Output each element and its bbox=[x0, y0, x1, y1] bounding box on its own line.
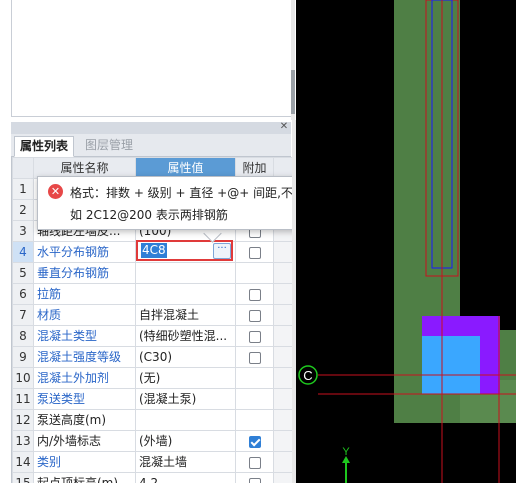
property-value-cell[interactable]: 4.2 bbox=[135, 472, 236, 483]
extra-checkbox[interactable] bbox=[248, 288, 261, 301]
extra-checkbox[interactable] bbox=[248, 477, 261, 483]
extra-cell bbox=[235, 367, 274, 389]
row-number: 4 bbox=[12, 241, 34, 263]
value-edit-input[interactable]: 4C8 bbox=[141, 243, 167, 258]
table-row[interactable]: 13 内/外墙标志 (外墙) bbox=[12, 430, 293, 452]
property-name-cell[interactable]: 混凝土外加剂 bbox=[33, 367, 136, 389]
grid-scroll-gutter bbox=[273, 409, 293, 431]
property-name-cell[interactable]: 泵送类型 bbox=[33, 388, 136, 410]
grid-scroll-gutter bbox=[273, 430, 293, 452]
row-number: 14 bbox=[12, 451, 34, 473]
extra-checkbox[interactable] bbox=[248, 351, 261, 364]
extra-cell bbox=[235, 262, 274, 284]
table-row[interactable]: 6 拉筋 bbox=[12, 283, 293, 305]
property-value-cell[interactable] bbox=[135, 409, 236, 431]
extra-checkbox[interactable] bbox=[248, 309, 261, 322]
property-name-cell[interactable]: 类别 bbox=[33, 451, 136, 473]
tab-property-list[interactable]: 属性列表 bbox=[14, 136, 75, 157]
grid-scroll-gutter bbox=[273, 241, 293, 263]
row-number: 3 bbox=[12, 220, 34, 242]
row-number: 7 bbox=[12, 304, 34, 326]
property-name-cell[interactable]: 材质 bbox=[33, 304, 136, 326]
extra-cell bbox=[235, 241, 274, 263]
property-name-cell[interactable]: 内/外墙标志 bbox=[33, 430, 136, 452]
grid-scroll-gutter bbox=[273, 388, 293, 410]
close-icon[interactable]: ✕ bbox=[279, 121, 289, 133]
grid-scroll-gutter bbox=[273, 262, 293, 284]
more-options-button[interactable]: ··· bbox=[213, 243, 231, 259]
table-row[interactable]: 5 垂直分布钢筋 bbox=[12, 262, 293, 284]
row-number: 10 bbox=[12, 367, 34, 389]
axis-bubble-label: C bbox=[303, 368, 312, 383]
error-icon: ✕ bbox=[48, 184, 63, 199]
ucs-y-label: Y bbox=[342, 446, 350, 458]
property-value-cell[interactable]: 混凝土墙 bbox=[135, 451, 236, 473]
row-number-header bbox=[12, 157, 34, 179]
extra-cell bbox=[235, 283, 274, 305]
drawing-canvas[interactable]: C Y bbox=[296, 0, 516, 483]
table-row[interactable]: 9 混凝土强度等级 (C30) bbox=[12, 346, 293, 368]
grid-scroll-gutter bbox=[273, 346, 293, 368]
table-row[interactable]: 15 起点顶标高(m) 4.2 bbox=[12, 472, 293, 483]
extra-cell bbox=[235, 304, 274, 326]
grid-scroll-gutter bbox=[273, 304, 293, 326]
property-value-cell[interactable]: (C30) bbox=[135, 346, 236, 368]
grid-scroll-gutter bbox=[273, 472, 293, 483]
property-name-cell[interactable]: 垂直分布钢筋 bbox=[33, 262, 136, 284]
grid-scroll-gutter bbox=[273, 367, 293, 389]
property-name-cell[interactable]: 泵送高度(m) bbox=[33, 409, 136, 431]
row-number: 5 bbox=[12, 262, 34, 284]
row-number: 11 bbox=[12, 388, 34, 410]
row-number: 8 bbox=[12, 325, 34, 347]
row-number: 6 bbox=[12, 283, 34, 305]
row-number: 12 bbox=[12, 409, 34, 431]
extra-cell bbox=[235, 451, 274, 473]
row-number: 2 bbox=[12, 199, 34, 221]
extra-checkbox[interactable] bbox=[248, 456, 261, 469]
property-name-cell[interactable]: 拉筋 bbox=[33, 283, 136, 305]
extra-cell bbox=[235, 472, 274, 483]
wall-vertical[interactable] bbox=[394, 0, 460, 330]
row-number: 9 bbox=[12, 346, 34, 368]
property-value-cell[interactable]: (混凝土泵) bbox=[135, 388, 236, 410]
upper-panel bbox=[11, 0, 292, 117]
property-value-cell[interactable]: (外墙) bbox=[135, 430, 236, 452]
extra-cell bbox=[235, 409, 274, 431]
extra-cell bbox=[235, 325, 274, 347]
property-name-cell[interactable]: 混凝土强度等级 bbox=[33, 346, 136, 368]
table-row[interactable]: 8 混凝土类型 (特细砂塑性混... bbox=[12, 325, 293, 347]
property-value-cell[interactable] bbox=[135, 262, 236, 284]
property-value-cell[interactable]: 自拌混凝土 bbox=[135, 304, 236, 326]
property-value-cell[interactable]: (特细砂塑性混... bbox=[135, 325, 236, 347]
grid-scroll-gutter bbox=[273, 451, 293, 473]
table-row[interactable]: 10 混凝土外加剂 (无) bbox=[12, 367, 293, 389]
tab-layer-management[interactable]: 图层管理 bbox=[80, 136, 138, 155]
row-number: 1 bbox=[12, 178, 34, 200]
upper-panel-scroll-thumb[interactable] bbox=[291, 70, 295, 114]
property-name-cell[interactable]: 起点顶标高(m) bbox=[33, 472, 136, 483]
property-name-cell[interactable]: 混凝土类型 bbox=[33, 325, 136, 347]
table-row[interactable]: 14 类别 混凝土墙 bbox=[12, 451, 293, 473]
extra-cell bbox=[235, 388, 274, 410]
table-row[interactable]: 11 泵送类型 (混凝土泵) bbox=[12, 388, 293, 410]
table-row[interactable]: 7 材质 自拌混凝土 bbox=[12, 304, 293, 326]
grid-scroll-gutter bbox=[273, 283, 293, 305]
extra-checkbox[interactable] bbox=[248, 330, 261, 343]
extra-checkbox[interactable] bbox=[248, 435, 261, 448]
column-fill-blue[interactable] bbox=[422, 336, 480, 394]
grid-scroll-gutter bbox=[273, 325, 293, 347]
row-number: 13 bbox=[12, 430, 34, 452]
extra-cell bbox=[235, 430, 274, 452]
property-value-cell[interactable] bbox=[135, 283, 236, 305]
table-row[interactable]: 12 泵送高度(m) bbox=[12, 409, 293, 431]
tooltip-text-line-2: 如 2C12@200 表示两排钢筋 bbox=[70, 208, 228, 222]
property-value-cell[interactable]: (无) bbox=[135, 367, 236, 389]
extra-checkbox[interactable] bbox=[248, 246, 261, 259]
extra-cell bbox=[235, 346, 274, 368]
row-number: 15 bbox=[12, 472, 34, 483]
property-name-cell[interactable]: 水平分布钢筋 bbox=[33, 241, 136, 263]
